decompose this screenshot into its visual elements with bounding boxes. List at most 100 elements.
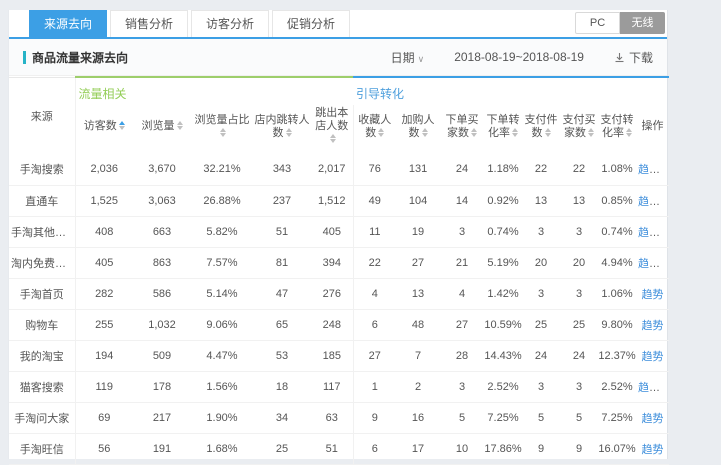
value-cell: 2.52% bbox=[598, 371, 636, 402]
trend-link[interactable]: 趋势 bbox=[642, 320, 664, 332]
value-cell: 104 bbox=[396, 185, 440, 216]
value-cell: 117 bbox=[311, 371, 353, 402]
value-cell: 5.82% bbox=[191, 216, 253, 247]
title-accent-bar bbox=[23, 51, 26, 64]
value-cell: 1.68% bbox=[191, 433, 253, 464]
sort-icon[interactable] bbox=[545, 127, 551, 138]
trend-link[interactable]: 趋势 bbox=[642, 351, 664, 363]
trend-link[interactable]: 趋势 bbox=[642, 289, 664, 301]
trend-link[interactable]: 趋势 bbox=[638, 227, 660, 239]
trend-link[interactable]: 趋势 bbox=[642, 413, 664, 425]
column-header: 跳出本店人数 bbox=[311, 105, 353, 154]
value-cell: 1.08% bbox=[598, 154, 636, 185]
value-cell: 21 bbox=[440, 247, 484, 278]
value-cell: 119 bbox=[75, 371, 133, 402]
table-row: 购物车2551,0329.06%652486482710.59%25259.80… bbox=[9, 309, 669, 340]
sort-icon[interactable] bbox=[330, 133, 336, 144]
value-cell: 18 bbox=[253, 371, 311, 402]
tab-source-destination[interactable]: 来源去向 bbox=[29, 10, 107, 37]
value-cell: 408 bbox=[75, 216, 133, 247]
column-header: 支付转化率 bbox=[598, 105, 636, 154]
sort-icon[interactable] bbox=[220, 127, 226, 138]
value-cell: 3 bbox=[560, 278, 598, 309]
trend-link[interactable]: 趋势 bbox=[638, 258, 660, 270]
value-cell: 185 bbox=[311, 340, 353, 371]
value-cell: 2.52% bbox=[484, 371, 522, 402]
sort-icon[interactable] bbox=[378, 127, 384, 138]
tab-promotion-analysis[interactable]: 促销分析 bbox=[272, 10, 350, 37]
column-header: 浏览量 bbox=[133, 105, 191, 154]
value-cell: 1,512 bbox=[311, 185, 353, 216]
date-dropdown[interactable]: 日期∨ bbox=[391, 49, 425, 66]
actions-cell: 趋势详情 bbox=[636, 247, 669, 278]
value-cell: 22 bbox=[353, 247, 396, 278]
value-cell: 2 bbox=[396, 371, 440, 402]
date-range-value[interactable]: 2018-08-19~2018-08-19 bbox=[454, 50, 584, 64]
value-cell: 9 bbox=[353, 402, 396, 433]
value-cell: 53 bbox=[253, 340, 311, 371]
value-cell: 3,063 bbox=[133, 185, 191, 216]
value-cell: 4 bbox=[353, 278, 396, 309]
trend-link[interactable]: 趋势 bbox=[638, 382, 660, 394]
traffic-source-table: 来源 流量相关 引导转化 访客数浏览量浏览量占比店内跳转人数跳出本店人数收藏人数… bbox=[9, 76, 669, 465]
wireless-toggle-button[interactable]: 无线 bbox=[620, 12, 665, 34]
trend-link[interactable]: 趋势 bbox=[638, 196, 660, 208]
value-cell: 25 bbox=[522, 309, 560, 340]
value-cell: 5 bbox=[522, 402, 560, 433]
value-cell: 2,017 bbox=[311, 154, 353, 185]
table-row: 手淘首页2825865.14%4727641341.42%331.06%趋势 bbox=[9, 278, 669, 309]
value-cell: 0.85% bbox=[598, 185, 636, 216]
value-cell: 25 bbox=[560, 309, 598, 340]
value-cell: 11 bbox=[353, 216, 396, 247]
sort-icon[interactable] bbox=[588, 127, 594, 138]
value-cell: 4.47% bbox=[191, 340, 253, 371]
detail-link[interactable]: 详情 bbox=[664, 382, 669, 394]
device-toggle: PC 无线 bbox=[575, 12, 665, 34]
download-icon bbox=[614, 52, 625, 63]
value-cell: 22 bbox=[560, 154, 598, 185]
value-cell: 131 bbox=[396, 154, 440, 185]
value-cell: 4 bbox=[440, 278, 484, 309]
tab-sales-analysis[interactable]: 销售分析 bbox=[110, 10, 188, 37]
sort-icon[interactable] bbox=[512, 127, 518, 138]
tab-visitor-analysis[interactable]: 访客分析 bbox=[191, 10, 269, 37]
detail-link[interactable]: 详情 bbox=[664, 164, 669, 176]
actions-cell: 趋势 bbox=[636, 278, 669, 309]
value-cell: 63 bbox=[311, 402, 353, 433]
detail-link[interactable]: 详情 bbox=[664, 196, 669, 208]
actions-cell: 趋势 bbox=[636, 309, 669, 340]
detail-link[interactable]: 详情 bbox=[664, 258, 669, 270]
sort-icon[interactable] bbox=[422, 127, 428, 138]
sort-icon[interactable] bbox=[177, 120, 183, 131]
value-cell: 509 bbox=[133, 340, 191, 371]
value-cell: 586 bbox=[133, 278, 191, 309]
value-cell: 394 bbox=[311, 247, 353, 278]
value-cell: 13 bbox=[522, 185, 560, 216]
pc-toggle-button[interactable]: PC bbox=[575, 12, 620, 34]
column-header-label: 浏览量 bbox=[142, 120, 175, 132]
column-header: 收藏人数 bbox=[353, 105, 396, 154]
sort-icon[interactable] bbox=[471, 127, 477, 138]
value-cell: 5 bbox=[560, 402, 598, 433]
value-cell: 405 bbox=[311, 216, 353, 247]
trend-link[interactable]: 趋势 bbox=[642, 444, 664, 456]
value-cell: 191 bbox=[133, 433, 191, 464]
value-cell: 1,032 bbox=[133, 309, 191, 340]
value-cell: 12.37% bbox=[598, 340, 636, 371]
sort-icon[interactable] bbox=[626, 127, 632, 138]
value-cell: 343 bbox=[253, 154, 311, 185]
download-button[interactable]: 下载 bbox=[614, 49, 653, 66]
sort-icon[interactable] bbox=[286, 127, 292, 138]
detail-link[interactable]: 详情 bbox=[664, 227, 669, 239]
value-cell: 405 bbox=[75, 247, 133, 278]
table-row: 猫客搜索1191781.56%181171232.52%332.52%趋势详情 bbox=[9, 371, 669, 402]
actions-cell: 趋势 bbox=[636, 340, 669, 371]
value-cell: 276 bbox=[311, 278, 353, 309]
value-cell: 32.21% bbox=[191, 154, 253, 185]
sort-icon[interactable] bbox=[119, 120, 125, 131]
column-header-label: 店内跳转人数 bbox=[255, 114, 310, 139]
trend-link[interactable]: 趋势 bbox=[638, 164, 660, 176]
value-cell: 255 bbox=[75, 309, 133, 340]
value-cell: 7.25% bbox=[484, 402, 522, 433]
value-cell: 3 bbox=[522, 371, 560, 402]
